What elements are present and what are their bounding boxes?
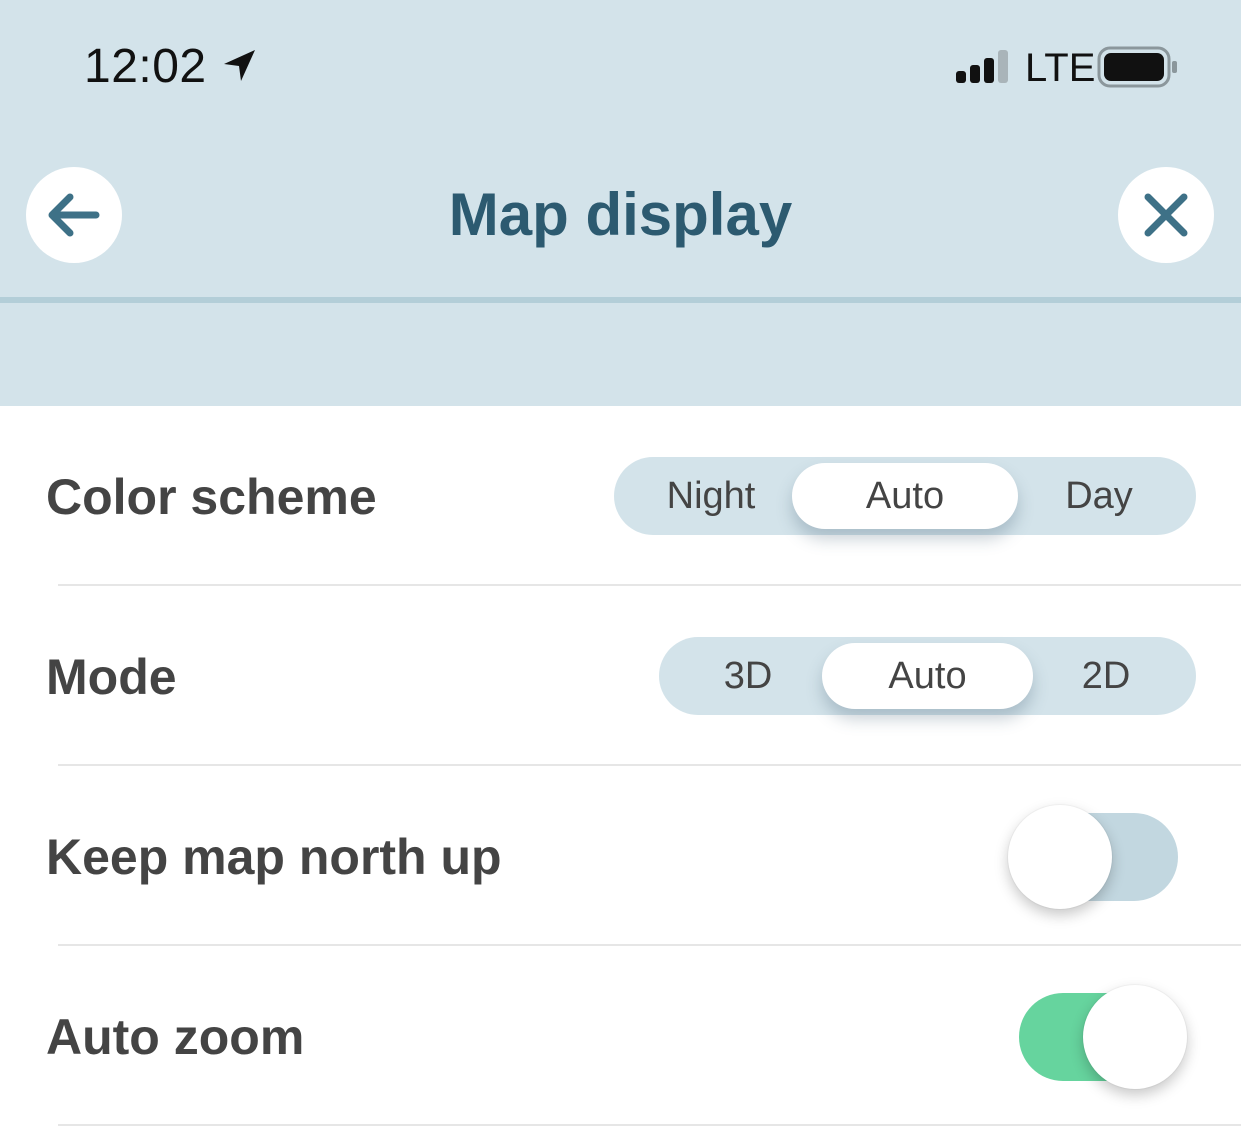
color-scheme-label: Color scheme bbox=[46, 469, 377, 525]
segment-3d[interactable]: 3D bbox=[679, 637, 817, 715]
battery-icon bbox=[1097, 46, 1177, 88]
mode-label: Mode bbox=[46, 649, 177, 705]
segment-day[interactable]: Day bbox=[1024, 457, 1174, 535]
row-separator bbox=[58, 1124, 1241, 1126]
mode-segmented: 3D Auto 2D bbox=[659, 637, 1196, 715]
north-up-toggle[interactable] bbox=[1008, 805, 1178, 909]
map-display-screen: 12:02 LTE Map display Color scheme Night… bbox=[0, 0, 1241, 1132]
close-icon bbox=[1144, 193, 1188, 237]
signal-bars-icon bbox=[956, 50, 1008, 83]
auto-zoom-label: Auto zoom bbox=[46, 1009, 305, 1065]
header-divider bbox=[0, 297, 1241, 303]
north-up-label: Keep map north up bbox=[46, 829, 502, 885]
network-type: LTE bbox=[1025, 46, 1096, 90]
toggle-knob bbox=[1083, 985, 1187, 1089]
toggle-knob bbox=[1008, 805, 1112, 909]
header: 12:02 LTE Map display bbox=[0, 0, 1241, 406]
mode-row: Mode 3D Auto 2D bbox=[0, 586, 1241, 766]
close-button[interactable] bbox=[1118, 167, 1214, 263]
color-scheme-row: Color scheme Night Auto Day bbox=[0, 406, 1241, 586]
segment-night[interactable]: Night bbox=[634, 457, 788, 535]
segment-auto[interactable]: Auto bbox=[822, 643, 1033, 709]
page-title: Map display bbox=[448, 181, 793, 248]
auto-zoom-row: Auto zoom bbox=[0, 946, 1241, 1126]
status-time: 12:02 bbox=[84, 40, 207, 93]
auto-zoom-toggle[interactable] bbox=[1019, 985, 1187, 1089]
segment-auto[interactable]: Auto bbox=[792, 463, 1018, 529]
segment-2d[interactable]: 2D bbox=[1039, 637, 1173, 715]
location-arrow-icon bbox=[224, 50, 255, 81]
color-scheme-segmented: Night Auto Day bbox=[614, 457, 1196, 535]
north-up-row: Keep map north up bbox=[0, 766, 1241, 946]
